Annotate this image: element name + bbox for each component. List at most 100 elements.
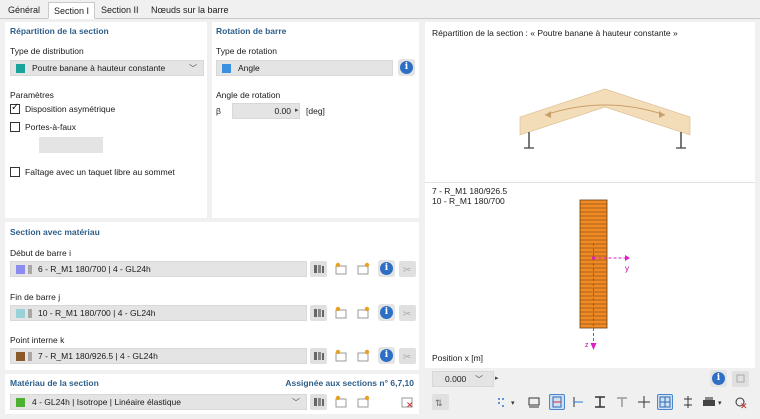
delete-disabled-icon[interactable]: ✂ <box>399 305 416 321</box>
section-label-1: 7 - R_M1 180/926.5 <box>432 186 508 196</box>
edit-section-icon[interactable] <box>355 305 372 321</box>
grid-icon[interactable] <box>657 394 673 410</box>
i-beam-icon[interactable] <box>592 394 608 410</box>
material-select[interactable]: 4 - GL24h | Isotrope | Linéaire élastiqu… <box>10 394 307 410</box>
cantilever-value-field <box>39 137 103 153</box>
svg-text:▾: ▾ <box>511 400 515 407</box>
asymmetric-checkbox[interactable]: ✓ <box>10 102 20 114</box>
material-title: Matériau de la section <box>10 378 99 388</box>
preview-title: Répartition de la section : « Poutre ban… <box>432 28 678 38</box>
angle-value: 0.00 <box>274 106 291 116</box>
chevron-down-icon: ﹀ <box>189 64 197 73</box>
svg-text:✂: ✂ <box>403 309 411 320</box>
library-icon[interactable] <box>310 348 327 364</box>
distribution-panel: Répartition de la section Type de distri… <box>5 22 207 218</box>
axis-y-label: y <box>625 264 629 273</box>
axis-icon[interactable] <box>570 394 586 410</box>
section-view-icon[interactable] <box>549 394 565 410</box>
cantilever-checkbox[interactable] <box>10 122 20 132</box>
preview-panel: Répartition de la section : « Poutre ban… <box>425 22 755 368</box>
centroid-icon[interactable] <box>636 394 652 410</box>
dimension-icon[interactable] <box>526 394 542 410</box>
tab-section-ii[interactable]: Section II <box>96 2 144 19</box>
beam-elevation-diagram <box>519 88 691 149</box>
rotation-type-field[interactable]: Angle <box>216 60 393 76</box>
distribution-type-select[interactable]: Poutre banane à hauteur constante ﹀ <box>10 60 204 76</box>
edit-section-icon[interactable] <box>355 348 372 364</box>
new-section-icon[interactable] <box>333 348 350 364</box>
t-beam-icon[interactable] <box>614 394 630 410</box>
view-options-icon[interactable]: ▾ <box>495 394 521 410</box>
print-icon[interactable]: ▾ <box>700 394 728 410</box>
ridge-checkbox[interactable] <box>10 167 20 177</box>
material-panel: Matériau de la section Assignée aux sect… <box>5 374 419 414</box>
end-color-swatch <box>16 309 25 318</box>
svg-text:✂: ✂ <box>403 265 411 276</box>
material-library-icon[interactable] <box>310 394 327 410</box>
distribution-title: Répartition de la section <box>10 26 109 36</box>
end-section-field[interactable]: 10 - R_M1 180/700 | 4 - GL24h <box>10 305 307 321</box>
material-color-swatch <box>16 398 25 407</box>
cross-section-diagram <box>579 199 630 350</box>
internal-section-field[interactable]: 7 - R_M1 180/926.5 | 4 - GL24h <box>10 348 307 364</box>
stress-icon[interactable] <box>680 394 696 410</box>
stepper-arrow-icon[interactable]: ▸ <box>495 374 499 382</box>
angle-input[interactable]: 0.00 <box>232 103 300 119</box>
material-value: 4 - GL24h | Isotrope | Linéaire élastiqu… <box>32 397 182 407</box>
end-label: Fin de barre j <box>10 292 61 302</box>
new-material-icon[interactable] <box>333 394 350 410</box>
svg-text:✂: ✂ <box>403 352 411 363</box>
preview-info-button[interactable]: i <box>710 370 727 387</box>
info-icon: i <box>712 372 725 385</box>
angle-unit: [deg] <box>306 106 325 116</box>
new-section-icon[interactable] <box>333 305 350 321</box>
angle-label: Angle de rotation <box>216 90 281 100</box>
distribution-color-swatch <box>16 64 25 73</box>
start-section-field[interactable]: 6 - R_M1 180/700 | 4 - GL24h <box>10 261 307 277</box>
svg-text:✕: ✕ <box>406 400 414 410</box>
tab-section-i[interactable]: Section I <box>48 2 96 19</box>
position-input[interactable]: 0.000 ﹀ <box>432 371 494 387</box>
rotation-color-swatch <box>222 64 231 73</box>
beta-symbol: β <box>216 106 221 116</box>
ridge-label: Faîtage avec un taquet libre au sommet <box>25 167 175 177</box>
internal-info-button[interactable]: i <box>378 347 395 364</box>
start-label: Début de barre i <box>10 248 71 258</box>
chevron-down-icon: ﹀ <box>475 375 483 384</box>
rotation-type-value: Angle <box>238 63 260 73</box>
position-value: 0.000 <box>445 374 467 384</box>
library-icon[interactable] <box>310 261 327 277</box>
export-icon[interactable]: ⇅ <box>432 394 449 410</box>
new-section-icon[interactable] <box>333 261 350 277</box>
internal-section-value: 7 - R_M1 180/926.5 | 4 - GL24h <box>38 351 158 361</box>
start-color-swatch <box>16 265 25 274</box>
stepper-arrow-icon[interactable]: ▸ <box>295 106 299 114</box>
edit-section-icon[interactable] <box>355 261 372 277</box>
start-marker <box>28 265 32 274</box>
delete-material-icon[interactable]: ✕ <box>399 394 416 410</box>
checkmark-icon: ✓ <box>11 102 20 113</box>
info-icon: i <box>400 61 413 74</box>
close-view-icon[interactable]: ✕ <box>733 394 749 411</box>
start-info-button[interactable]: i <box>378 260 395 277</box>
delete-disabled-icon[interactable]: ✂ <box>399 261 416 277</box>
info-icon: i <box>380 262 393 275</box>
end-info-button[interactable]: i <box>378 304 395 321</box>
internal-color-swatch <box>16 352 25 361</box>
rotation-info-button[interactable]: i <box>398 59 415 76</box>
tab-general[interactable]: Général <box>3 2 45 19</box>
section-label-2: 10 - R_M1 180/700 <box>432 196 505 206</box>
delete-disabled-icon[interactable]: ✂ <box>399 348 416 364</box>
tab-nodes-on-member[interactable]: Nœuds sur la barre <box>146 2 234 19</box>
library-icon[interactable] <box>310 305 327 321</box>
internal-label: Point interne k <box>10 335 65 345</box>
edit-material-icon[interactable] <box>355 394 372 410</box>
end-marker <box>28 309 32 318</box>
end-section-value: 10 - R_M1 180/700 | 4 - GL24h <box>38 308 156 318</box>
preview-divider <box>425 182 755 183</box>
distribution-type-value: Poutre banane à hauteur constante <box>32 63 166 73</box>
section-material-panel: Section avec matériau Début de barre i 6… <box>5 222 419 370</box>
position-label: Position x [m] <box>432 353 484 363</box>
pin-icon[interactable] <box>732 371 749 387</box>
tab-bar: Général Section I Section II Nœuds sur l… <box>0 0 760 19</box>
